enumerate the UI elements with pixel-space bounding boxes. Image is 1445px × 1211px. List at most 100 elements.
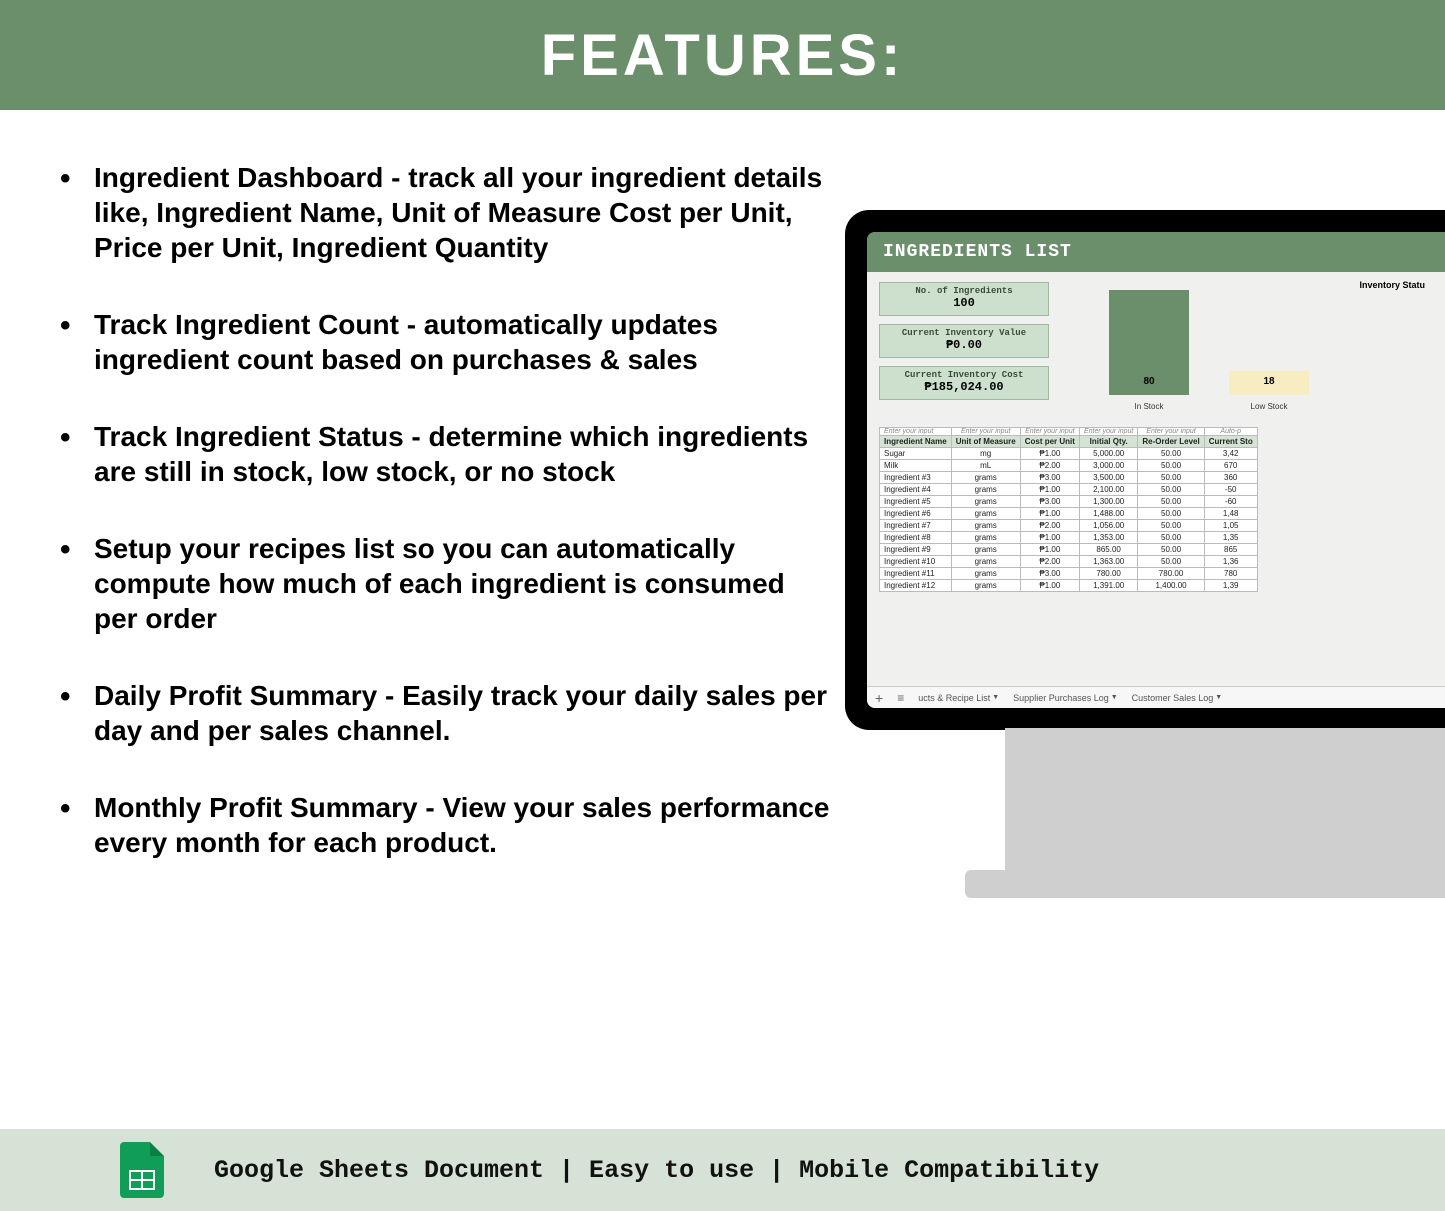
table-row: Ingredient #4grams₱1.002,100.0050.00-50 xyxy=(880,484,1258,496)
table-cell: 865.00 xyxy=(1079,544,1137,556)
table-cell: 50.00 xyxy=(1138,472,1204,484)
header-band: FEATURES: xyxy=(0,0,1445,110)
feature-item: Ingredient Dashboard - track all your in… xyxy=(60,160,830,265)
kpi-label: Current Inventory Cost xyxy=(886,370,1042,380)
table-row: Sugarmg₱1.005,000.0050.003,42 xyxy=(880,448,1258,460)
sheet-tab-label: ucts & Recipe List xyxy=(918,693,990,703)
sheet-tab[interactable]: ucts & Recipe List▼ xyxy=(918,693,999,703)
table-cell: ₱2.00 xyxy=(1020,556,1079,568)
all-sheets-icon[interactable]: ≡ xyxy=(897,691,904,705)
table-cell: 780.00 xyxy=(1079,568,1137,580)
table-cell: Ingredient #5 xyxy=(880,496,952,508)
table-cell: 3,42 xyxy=(1204,448,1257,460)
table-cell: ₱1.00 xyxy=(1020,508,1079,520)
table-cell: grams xyxy=(951,580,1020,592)
table-cell: 5,000.00 xyxy=(1079,448,1137,460)
table-cell: 50.00 xyxy=(1138,460,1204,472)
table-cell: 1,36 xyxy=(1204,556,1257,568)
add-sheet-icon[interactable]: + xyxy=(875,690,883,706)
table-cell: 1,056.00 xyxy=(1079,520,1137,532)
sheet-tab[interactable]: Customer Sales Log▼ xyxy=(1132,693,1222,703)
table-cell: Ingredient #7 xyxy=(880,520,952,532)
table-row: Ingredient #5grams₱3.001,300.0050.00-60 xyxy=(880,496,1258,508)
kpi-card: Current Inventory Value ₱0.00 xyxy=(879,324,1049,358)
col-header: Initial Qty. xyxy=(1079,436,1137,448)
sheet-tab[interactable]: Supplier Purchases Log▼ xyxy=(1013,693,1118,703)
table-cell: grams xyxy=(951,472,1020,484)
sheet-title: INGREDIENTS LIST xyxy=(867,232,1445,272)
page-title: FEATURES: xyxy=(541,22,905,89)
table-row: Ingredient #9grams₱1.00865.0050.00865 xyxy=(880,544,1258,556)
table-cell: 50.00 xyxy=(1138,544,1204,556)
table-row: Ingredient #11grams₱3.00780.00780.00780 xyxy=(880,568,1258,580)
feature-item: Track Ingredient Count - automatically u… xyxy=(60,307,830,377)
sheet-tab-label: Supplier Purchases Log xyxy=(1013,693,1109,703)
chevron-down-icon: ▼ xyxy=(992,694,999,701)
table-cell: grams xyxy=(951,568,1020,580)
feature-item: Track Ingredient Status - determine whic… xyxy=(60,419,830,489)
table-cell: ₱1.00 xyxy=(1020,580,1079,592)
table-cell: 780.00 xyxy=(1138,568,1204,580)
col-header: Ingredient Name xyxy=(880,436,952,448)
table-cell: Ingredient #3 xyxy=(880,472,952,484)
footer-text: Google Sheets Document | Easy to use | M… xyxy=(214,1156,1099,1185)
col-header: Cost per Unit xyxy=(1020,436,1079,448)
kpi-card: No. of Ingredients 100 xyxy=(879,282,1049,316)
kpi-value: ₱0.00 xyxy=(886,338,1042,352)
feature-item: Monthly Profit Summary - View your sales… xyxy=(60,790,830,860)
table-cell: ₱1.00 xyxy=(1020,484,1079,496)
hint-cell: Enter your input xyxy=(880,428,952,436)
chart-bar-label: Low Stock xyxy=(1229,402,1309,411)
table-cell: 1,48 xyxy=(1204,508,1257,520)
hint-cell: Auto-p xyxy=(1204,428,1257,436)
table-cell: ₱2.00 xyxy=(1020,460,1079,472)
table-cell: 3,000.00 xyxy=(1079,460,1137,472)
table-cell: Ingredient #6 xyxy=(880,508,952,520)
table-row: MilkmL₱2.003,000.0050.00670 xyxy=(880,460,1258,472)
table-cell: 50.00 xyxy=(1138,496,1204,508)
table-cell: ₱1.00 xyxy=(1020,532,1079,544)
table-cell: 1,05 xyxy=(1204,520,1257,532)
hint-cell: Enter your input xyxy=(951,428,1020,436)
sheet-tab-label: Customer Sales Log xyxy=(1132,693,1214,703)
kpi-label: Current Inventory Value xyxy=(886,328,1042,338)
chart-bar-value: 80 xyxy=(1109,376,1189,387)
table-cell: grams xyxy=(951,496,1020,508)
table-cell: 50.00 xyxy=(1138,532,1204,544)
hint-cell: Enter your input xyxy=(1020,428,1079,436)
kpi-zone: No. of Ingredients 100 Current Inventory… xyxy=(867,272,1445,417)
google-sheets-icon xyxy=(120,1142,164,1198)
table-row: Ingredient #12grams₱1.001,391.001,400.00… xyxy=(880,580,1258,592)
col-header: Re-Order Level xyxy=(1138,436,1204,448)
table-cell: 670 xyxy=(1204,460,1257,472)
table-cell: ₱1.00 xyxy=(1020,448,1079,460)
table-cell: 865 xyxy=(1204,544,1257,556)
kpi-card: Current Inventory Cost ₱185,024.00 xyxy=(879,366,1049,400)
table-cell: Ingredient #10 xyxy=(880,556,952,568)
table-cell: 1,391.00 xyxy=(1079,580,1137,592)
col-header: Unit of Measure xyxy=(951,436,1020,448)
col-header: Current Sto xyxy=(1204,436,1257,448)
table-cell: ₱1.00 xyxy=(1020,544,1079,556)
table-cell: mL xyxy=(951,460,1020,472)
table-cell: ₱3.00 xyxy=(1020,472,1079,484)
table-cell: Sugar xyxy=(880,448,952,460)
table-cell: Ingredient #8 xyxy=(880,532,952,544)
table-cell: 3,500.00 xyxy=(1079,472,1137,484)
table-cell: Ingredient #11 xyxy=(880,568,952,580)
monitor-stand xyxy=(1005,728,1445,898)
table-cell: 780 xyxy=(1204,568,1257,580)
hint-cell: Enter your input xyxy=(1079,428,1137,436)
table-row: Ingredient #10grams₱2.001,363.0050.001,3… xyxy=(880,556,1258,568)
table-cell: ₱2.00 xyxy=(1020,520,1079,532)
table-row: Ingredient #6grams₱1.001,488.0050.001,48 xyxy=(880,508,1258,520)
table-cell: 50.00 xyxy=(1138,448,1204,460)
hint-cell: Enter your input xyxy=(1138,428,1204,436)
table-cell: ₱3.00 xyxy=(1020,568,1079,580)
table-row: Ingredient #3grams₱3.003,500.0050.00360 xyxy=(880,472,1258,484)
table-cell: 50.00 xyxy=(1138,556,1204,568)
table-cell: grams xyxy=(951,544,1020,556)
table-cell: 1,363.00 xyxy=(1079,556,1137,568)
table-cell: ₱3.00 xyxy=(1020,496,1079,508)
feature-item: Daily Profit Summary - Easily track your… xyxy=(60,678,830,748)
